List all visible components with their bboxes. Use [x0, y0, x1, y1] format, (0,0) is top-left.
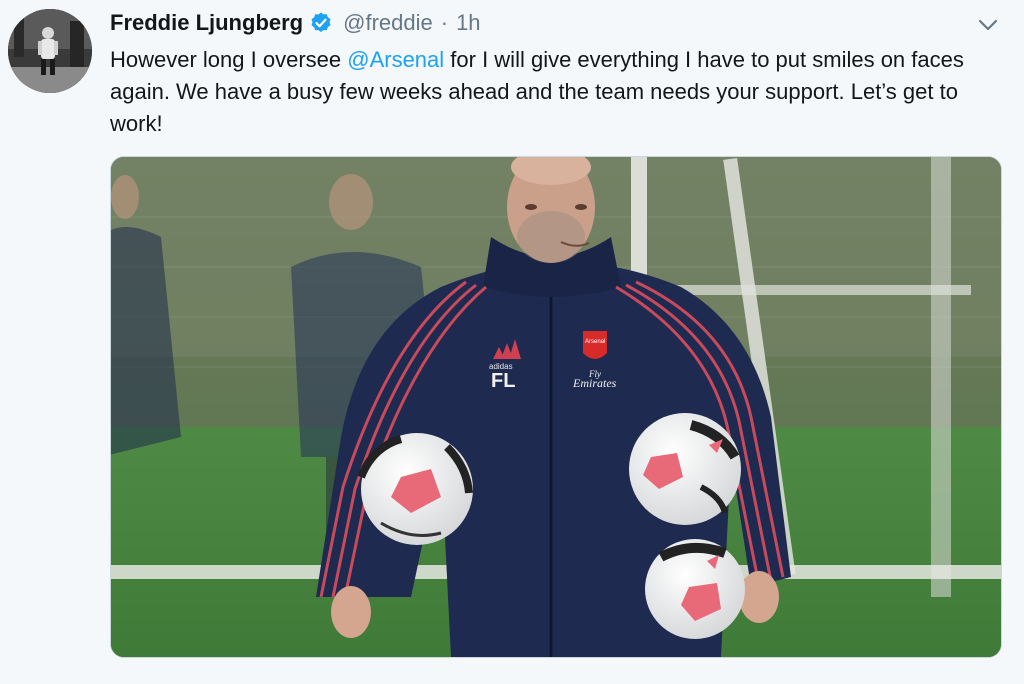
football-left — [357, 433, 473, 545]
author-handle[interactable]: @freddie — [343, 10, 433, 36]
chevron-down-icon[interactable] — [974, 14, 1002, 36]
football-right-top — [629, 413, 741, 525]
tweet-text: However long I oversee @Arsenal for I wi… — [110, 44, 990, 140]
crest-text: Arsenal — [585, 339, 605, 345]
tweet-timestamp[interactable]: 1h — [456, 10, 480, 36]
jacket-initials: FL — [491, 370, 515, 392]
sponsor-line2: Emirates — [572, 376, 617, 390]
author-name[interactable]: Freddie Ljungberg — [110, 10, 303, 36]
tweet-header: Freddie Ljungberg @freddie · 1h — [110, 6, 481, 40]
mention-link[interactable]: @Arsenal — [347, 47, 444, 72]
photo-illustration: adidas FL Arsenal Fly Emirates — [111, 157, 1001, 657]
avatar-image — [8, 9, 92, 93]
avatar[interactable] — [8, 9, 92, 93]
tweet-text-part: However long I oversee — [110, 47, 348, 72]
tweet[interactable]: Freddie Ljungberg @freddie · 1h However … — [0, 0, 1024, 684]
verified-badge-icon — [309, 11, 333, 35]
football-right-bottom — [645, 539, 745, 639]
crest-icon — [583, 331, 607, 359]
tweet-photo[interactable]: adidas FL Arsenal Fly Emirates — [110, 156, 1002, 658]
separator-dot: · — [440, 10, 449, 35]
